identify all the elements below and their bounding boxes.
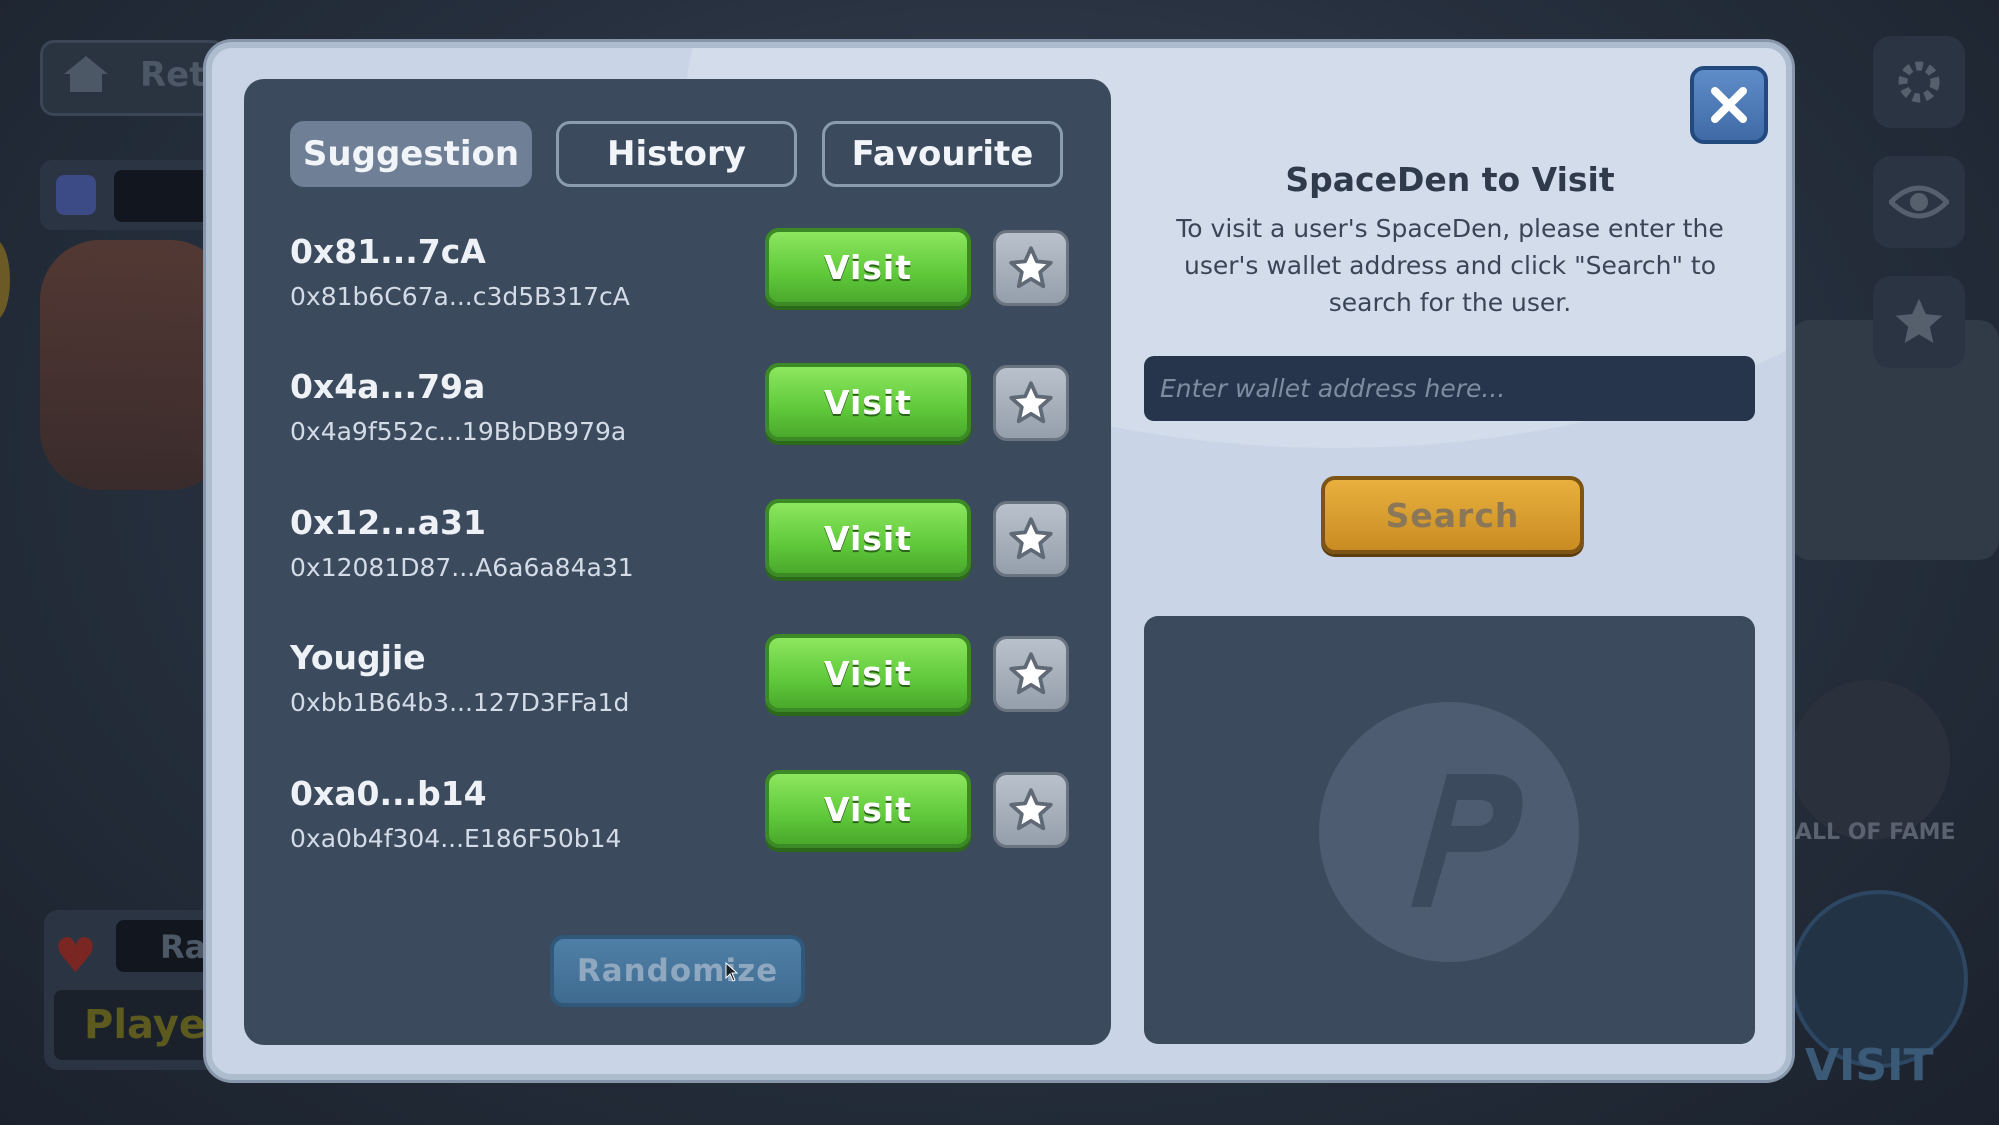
- home-icon: [64, 56, 108, 92]
- wallet-address: 0xbb1B64b3...127D3FFa1d: [290, 688, 630, 717]
- eye-icon: [1889, 185, 1949, 219]
- placeholder-logo-icon: [1319, 702, 1579, 962]
- visit-button[interactable]: Visit: [765, 499, 971, 577]
- close-icon: [1711, 87, 1747, 123]
- list-item: 0x81...7cA 0x81b6C67a...c3d5B317cA Visit: [290, 228, 1090, 342]
- background-chair: [40, 240, 230, 490]
- wallet-address: 0x81b6C67a...c3d5B317cA: [290, 282, 630, 311]
- wallet-address: 0x4a9f552c...19BbDB979a: [290, 417, 627, 446]
- randomize-button[interactable]: Randomize: [550, 935, 805, 1007]
- favourite-button[interactable]: [993, 501, 1069, 577]
- wallet-address: 0xa0b4f304...E186F50b14: [290, 824, 622, 853]
- settings-button[interactable]: [1873, 36, 1965, 128]
- search-button[interactable]: Search: [1321, 476, 1584, 554]
- player-label: Playe: [84, 1002, 206, 1048]
- user-name: 0x4a...79a: [290, 367, 486, 406]
- favourite-button[interactable]: [993, 772, 1069, 848]
- star-icon: [1895, 298, 1943, 343]
- wallet-address-input[interactable]: [1144, 356, 1755, 421]
- background-planet: [0, 240, 10, 320]
- user-name: Yougjie: [290, 638, 426, 677]
- visit-button[interactable]: Visit: [765, 363, 971, 441]
- tab-favourite[interactable]: Favourite: [822, 121, 1063, 187]
- star-icon: [1009, 652, 1053, 695]
- token-icon: [56, 175, 96, 215]
- heart-icon: ♥: [54, 928, 98, 984]
- tab-suggestion[interactable]: Suggestion: [290, 121, 532, 187]
- view-button[interactable]: [1873, 156, 1965, 248]
- close-button[interactable]: [1690, 66, 1768, 144]
- hall-of-fame-label: ALL OF FAME: [1795, 820, 1956, 845]
- list-item: 0xa0...b14 0xa0b4f304...E186F50b14 Visit: [290, 770, 1090, 884]
- visit-map-label: VISIT: [1805, 1040, 1934, 1091]
- star-icon: [1009, 517, 1053, 560]
- list-item: Yougjie 0xbb1B64b3...127D3FFa1d Visit: [290, 634, 1090, 748]
- user-name: 0xa0...b14: [290, 774, 487, 813]
- favourite-button[interactable]: [993, 230, 1069, 306]
- page-title: SpaceDen to Visit: [1285, 160, 1615, 199]
- star-icon: [1009, 788, 1053, 831]
- user-name: 0x81...7cA: [290, 232, 486, 271]
- return-label: Ret: [140, 55, 206, 95]
- star-icon: [1009, 246, 1053, 289]
- wallet-address: 0x12081D87...A6a6a84a31: [290, 553, 634, 582]
- mouse-cursor-icon: [725, 962, 739, 982]
- favourite-button[interactable]: [993, 636, 1069, 712]
- instructions-text: To visit a user's SpaceDen, please enter…: [1176, 214, 1724, 317]
- gear-icon: [1898, 61, 1940, 103]
- favourite-button[interactable]: [993, 365, 1069, 441]
- list-item: 0x4a...79a 0x4a9f552c...19BbDB979a Visit: [290, 363, 1090, 477]
- user-name: 0x12...a31: [290, 503, 486, 542]
- visit-button[interactable]: Visit: [765, 634, 971, 712]
- star-icon: [1009, 381, 1053, 424]
- visit-button[interactable]: Visit: [765, 228, 971, 306]
- favourites-side-button[interactable]: [1873, 276, 1965, 368]
- visit-button[interactable]: Visit: [765, 770, 971, 848]
- list-item: 0x12...a31 0x12081D87...A6a6a84a31 Visit: [290, 499, 1090, 613]
- rank-label: Ra: [160, 928, 207, 966]
- hall-of-fame-button[interactable]: [1790, 680, 1950, 840]
- tab-history[interactable]: History: [556, 121, 797, 187]
